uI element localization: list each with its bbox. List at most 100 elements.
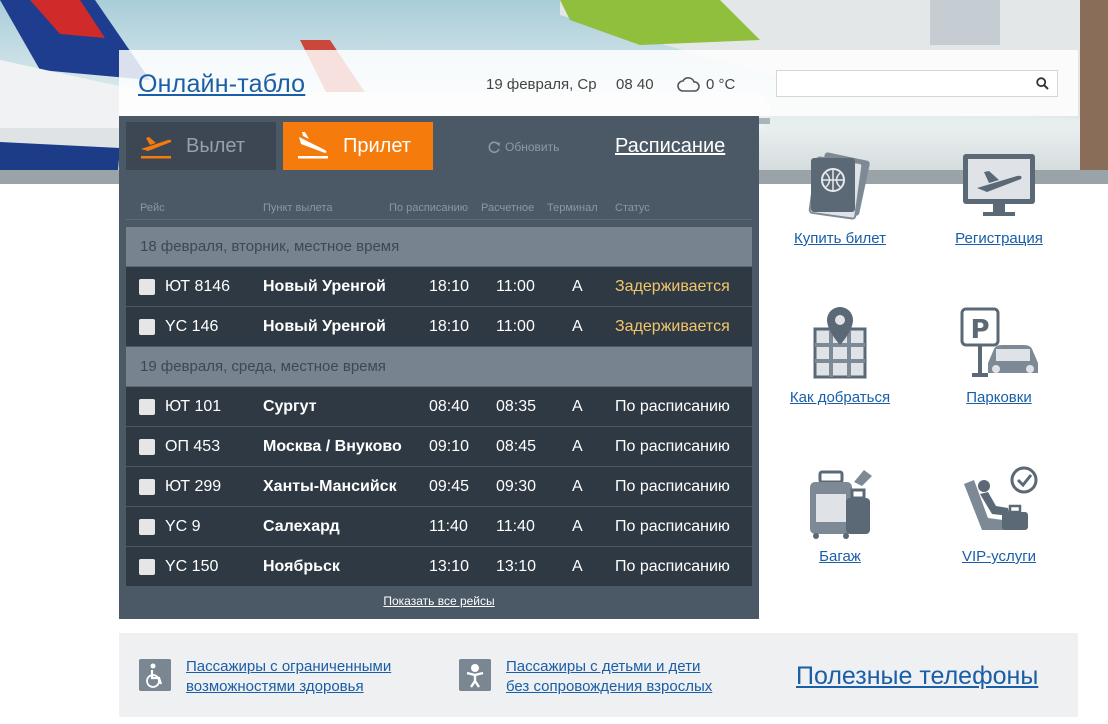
plane-landing-icon xyxy=(298,132,328,159)
estimated-time: 11:40 xyxy=(496,518,535,535)
airline-logo-icon xyxy=(139,479,155,495)
checkin-link[interactable]: Регистрация xyxy=(929,150,1069,247)
terminal: A xyxy=(572,318,583,335)
cloud-icon xyxy=(677,77,700,92)
origin-city: Салехард xyxy=(263,518,340,535)
table-row[interactable]: ЮТ 8146 Новый Уренгой 18:10 11:00 A Заде… xyxy=(126,267,752,307)
estimated-time: 11:00 xyxy=(496,278,535,295)
tab-departure[interactable]: Вылет xyxy=(126,122,276,170)
directions-link[interactable]: Как добраться xyxy=(770,305,910,406)
disabled-line-1: Пассажиры с ограниченными xyxy=(186,658,392,675)
flight-status: По расписанию xyxy=(615,478,730,495)
search-icon[interactable] xyxy=(1036,77,1049,90)
scheduled-time: 08:40 xyxy=(429,398,470,415)
origin-city: Новый Уренгой xyxy=(263,318,386,335)
estimated-time: 09:30 xyxy=(496,478,537,495)
baggage-link[interactable]: Багаж xyxy=(770,464,910,565)
disabled-passengers-text: Пассажиры с ограниченными возможностями … xyxy=(186,657,391,697)
luggage-icon xyxy=(810,470,872,539)
airline-logo-icon xyxy=(139,279,155,295)
monitor-plane-icon xyxy=(963,154,1035,216)
wheelchair-icon xyxy=(139,659,171,691)
terminal: A xyxy=(572,478,583,495)
table-row[interactable]: YC 9 Салехард 11:40 11:40 A По расписани… xyxy=(126,507,752,547)
scheduled-time: 11:40 xyxy=(429,518,468,535)
temperature: 0 °C xyxy=(706,76,736,93)
estimated-time: 11:00 xyxy=(496,318,535,335)
origin-city: Ноябрьск xyxy=(263,558,340,575)
children-passengers-link[interactable]: Пассажиры с детьми и дети без сопровожде… xyxy=(459,657,712,697)
table-row[interactable]: ЮТ 299 Ханты-Мансийск 09:45 09:30 A По р… xyxy=(126,467,752,507)
col-origin: Пункт вылета xyxy=(263,202,333,214)
tab-arrival-label: Прилет xyxy=(343,134,411,157)
terminal: A xyxy=(572,438,583,455)
tab-departure-label: Вылет xyxy=(186,134,246,157)
children-passengers-text: Пассажиры с детьми и дети без сопровожде… xyxy=(506,657,712,697)
flight-number: ОП 453 xyxy=(165,438,221,455)
estimated-time: 08:35 xyxy=(496,398,537,415)
terminal: A xyxy=(572,398,583,415)
estimated-time: 13:10 xyxy=(496,558,537,575)
vip-label: VIP-услуги xyxy=(961,548,1037,565)
column-headers: Рейс Пункт вылета По расписанию Расчетно… xyxy=(126,200,752,220)
flight-number: ЮТ 101 xyxy=(165,398,222,415)
vip-link[interactable]: VIP-услуги xyxy=(929,464,1069,565)
col-status: Статус xyxy=(615,202,650,214)
disabled-line-2: возможностями здоровья xyxy=(186,678,364,695)
search-input[interactable] xyxy=(777,71,1027,96)
parking-link[interactable]: P Парковки xyxy=(929,305,1069,406)
buy-ticket-link[interactable]: Купить билет xyxy=(770,150,910,247)
airline-logo-icon xyxy=(139,519,155,535)
disabled-passengers-link[interactable]: Пассажиры с ограниченными возможностями … xyxy=(139,657,391,697)
info-bar: Пассажиры с ограниченными возможностями … xyxy=(119,633,1078,717)
table-row[interactable]: ЮТ 101 Сургут 08:40 08:35 A По расписани… xyxy=(126,387,752,427)
plane-takeoff-icon xyxy=(141,137,172,159)
flight-number: ЮТ 299 xyxy=(165,478,222,495)
day-header: 19 февраля, среда, местное время xyxy=(126,347,752,387)
estimated-time: 08:45 xyxy=(496,438,537,455)
day-header: 18 февраля, вторник, местное время xyxy=(126,227,752,267)
table-row[interactable]: YC 150 Ноябрьск 13:10 13:10 A По расписа… xyxy=(126,547,752,587)
directions-label: Как добраться xyxy=(789,389,891,406)
parking-label: Парковки xyxy=(966,389,1032,406)
scheduled-time: 13:10 xyxy=(429,558,470,575)
refresh-icon xyxy=(488,141,500,153)
table-row[interactable]: ОП 453 Москва / Внуково 09:10 08:45 A По… xyxy=(126,427,752,467)
svg-text:P: P xyxy=(970,315,989,345)
origin-city: Ханты-Мансийск xyxy=(263,478,397,495)
buy-ticket-label: Купить билет xyxy=(793,230,887,247)
children-line-1: Пассажиры с детьми и дети xyxy=(506,658,701,675)
schedule-link[interactable]: Расписание xyxy=(615,135,725,158)
col-estimated: Расчетное xyxy=(481,202,535,214)
flight-status: По расписанию xyxy=(615,518,730,535)
page-title[interactable]: Онлайн-табло xyxy=(138,70,305,99)
airline-logo-icon xyxy=(139,319,155,335)
terminal: A xyxy=(572,558,583,575)
refresh-button[interactable]: Обновить xyxy=(487,140,559,154)
scheduled-time: 09:45 xyxy=(429,478,470,495)
child-icon xyxy=(459,659,491,691)
table-row[interactable]: YC 146 Новый Уренгой 18:10 11:00 A Задер… xyxy=(126,307,752,347)
useful-phones-link[interactable]: Полезные телефоны xyxy=(796,662,1038,691)
airline-logo-icon xyxy=(139,559,155,575)
flight-status: По расписанию xyxy=(615,558,730,575)
show-all-flights-link[interactable]: Показать все рейсы xyxy=(119,594,759,608)
refresh-label: Обновить xyxy=(505,140,560,154)
airline-logo-icon xyxy=(139,399,155,415)
airline-logo-icon xyxy=(139,439,155,455)
scheduled-time: 18:10 xyxy=(429,278,470,295)
search-box xyxy=(776,70,1058,97)
flight-number: ЮТ 8146 xyxy=(165,278,231,295)
flight-number: YC 146 xyxy=(165,318,219,335)
map-pin-icon xyxy=(813,307,867,379)
tab-arrival[interactable]: Прилет xyxy=(283,122,433,170)
page: Онлайн-табло 19 февраля, Ср 08 40 0 °C В… xyxy=(0,0,1108,724)
origin-city: Москва / Внуково xyxy=(263,438,402,455)
flight-status: По расписанию xyxy=(615,398,730,415)
current-time: 08 40 xyxy=(616,76,654,93)
col-flight: Рейс xyxy=(140,202,165,214)
parking-icon: P xyxy=(960,307,1038,377)
checkin-label: Регистрация xyxy=(955,230,1043,247)
flight-number: YC 150 xyxy=(165,558,219,575)
terminal: A xyxy=(572,518,583,535)
